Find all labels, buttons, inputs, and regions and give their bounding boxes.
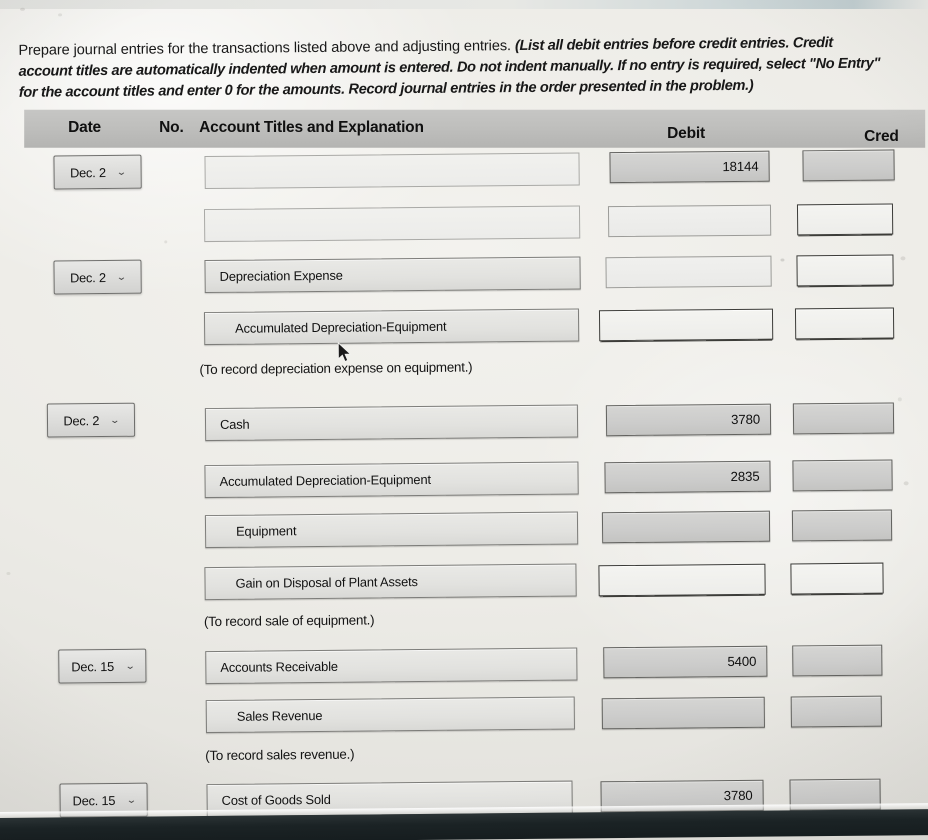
debit-value: 2835 [730, 468, 760, 485]
account-title-value: Gain on Disposal of Plant Assets [235, 574, 418, 591]
credit-input[interactable] [790, 695, 882, 728]
debit-input[interactable] [605, 255, 772, 289]
chevron-down-icon: ⌄ [116, 271, 127, 282]
debit-input[interactable] [601, 510, 771, 544]
credit-input[interactable] [791, 509, 893, 542]
debit-value: 3780 [723, 787, 753, 804]
table-row: Sales Revenue [3, 691, 928, 746]
account-title-input[interactable] [203, 205, 581, 243]
date-select[interactable]: Dec. 2 ⌄ [53, 259, 142, 295]
account-title-value: Accounts Receivable [220, 658, 338, 675]
account-title-value: Cash [219, 416, 250, 432]
table-row: Dec. 15 ⌄ Accounts Receivable 5400 [2, 641, 928, 696]
column-header-credit: Cred [864, 127, 899, 145]
debit-value: 5400 [727, 653, 757, 670]
column-header-date: Date [68, 118, 101, 136]
chevron-down-icon: ⌄ [109, 414, 121, 425]
instructions-paragraph: Prepare journal entries for the transact… [18, 32, 881, 103]
entry-memo: (To record depreciation expense on equip… [199, 359, 473, 378]
table-row [0, 200, 926, 255]
date-select-value: Dec. 15 [72, 792, 116, 808]
table-row: Dec. 2 ⌄ Depreciation Expense [0, 252, 927, 307]
photographed-page: Prepare journal entries for the transact… [0, 0, 928, 840]
chevron-down-icon: ⌄ [125, 794, 137, 805]
account-title-value: Depreciation Expense [219, 267, 343, 284]
debit-input[interactable]: 5400 [603, 645, 768, 679]
debit-input[interactable] [598, 563, 766, 597]
entry-memo: (To record sale of equipment.) [203, 612, 375, 630]
date-select[interactable]: Dec. 2 ⌄ [46, 402, 136, 438]
date-select[interactable]: Dec. 15 ⌄ [58, 648, 147, 684]
account-title-input[interactable]: Cash [204, 404, 579, 442]
account-title-input[interactable]: Accumulated Depreciation-Equipment [204, 461, 579, 499]
debit-input[interactable] [607, 204, 772, 238]
debit-input[interactable]: 3780 [605, 403, 772, 437]
column-header-debit: Debit [667, 124, 705, 142]
credit-input[interactable] [792, 644, 883, 677]
instructions-lead: Prepare journal entries for the transact… [18, 37, 515, 59]
chevron-down-icon: ⌄ [116, 166, 127, 177]
credit-input[interactable] [792, 402, 895, 435]
credit-input[interactable] [794, 307, 895, 340]
debit-input[interactable]: 18144 [609, 150, 770, 184]
account-title-input[interactable]: Accounts Receivable [205, 647, 578, 685]
credit-input[interactable] [790, 562, 884, 595]
credit-input[interactable] [796, 254, 894, 287]
account-title-input[interactable]: Depreciation Expense [204, 256, 581, 294]
date-select-value: Dec. 2 [69, 164, 106, 180]
account-title-value: Accumulated Depreciation-Equipment [219, 471, 431, 489]
debit-input[interactable]: 2835 [604, 460, 771, 494]
entry-memo: (To record sales revenue.) [205, 746, 355, 764]
column-header-account: Account Titles and Explanation [199, 118, 424, 136]
account-title-input[interactable]: Gain on Disposal of Plant Assets [204, 563, 577, 601]
table-row: Equipment [1, 505, 928, 560]
table-row: Accumulated Depreciation-Equipment 2835 [0, 453, 928, 508]
account-title-value: Cost of Goods Sold [221, 791, 331, 808]
account-title-value: Equipment [235, 523, 297, 539]
credit-input[interactable] [792, 459, 893, 492]
credit-input[interactable] [802, 149, 895, 182]
table-row: Gain on Disposal of Plant Assets [1, 557, 928, 612]
table-row: Dec. 2 ⌄ Cash 3780 [0, 395, 928, 450]
paper-speck [20, 7, 26, 11]
column-header-no: No. [159, 118, 184, 136]
account-title-input[interactable]: Equipment [204, 511, 579, 549]
table-row: Accumulated Depreciation-Equipment [0, 304, 927, 359]
date-select-value: Dec. 2 [69, 269, 106, 285]
account-title-value: Sales Revenue [236, 707, 323, 724]
paper-speck [58, 13, 63, 17]
date-select[interactable]: Dec. 2 ⌄ [53, 154, 142, 190]
chevron-down-icon: ⌄ [124, 660, 136, 671]
account-title-input[interactable]: Accumulated Depreciation-Equipment [203, 308, 580, 346]
account-title-value: Accumulated Depreciation-Equipment [235, 318, 447, 336]
debit-input[interactable] [598, 308, 774, 342]
account-title-input[interactable] [204, 152, 580, 190]
journal-entry-worksheet: Prepare journal entries for the transact… [0, 0, 928, 840]
credit-input[interactable] [796, 203, 894, 236]
debit-value: 3780 [731, 411, 761, 428]
account-title-input[interactable]: Sales Revenue [205, 696, 575, 734]
date-select-value: Dec. 15 [71, 658, 115, 674]
debit-input[interactable] [601, 696, 765, 730]
debit-value: 18144 [722, 158, 759, 175]
table-header-row: Date No. Account Titles and Explanation … [24, 109, 926, 148]
date-select-value: Dec. 2 [63, 412, 100, 428]
table-row: Dec. 2 ⌄ 18144 [0, 147, 926, 202]
